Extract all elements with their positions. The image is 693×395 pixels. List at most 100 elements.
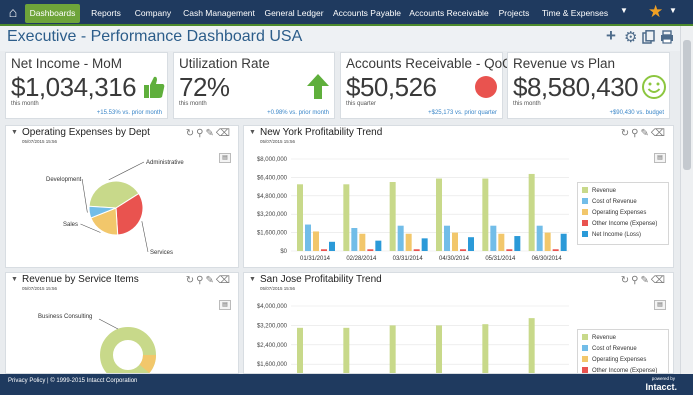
legend-item: Cost of Revenue [582, 344, 664, 355]
pie-leader-line [108, 161, 145, 181]
donut-chart-revenue: Business Consulting [38, 314, 156, 373]
pie-leader-line [81, 178, 88, 213]
kpi-accounts-receivable: Accounts Receivable - QoQ $50,526 this q… [340, 52, 513, 119]
tab-dashboards[interactable]: Dashboards [25, 4, 80, 23]
panel-header: ▼ Revenue by Service Items 05/07/2015 15… [6, 273, 238, 291]
panel-header: ▼ Operating Expenses by Dept 05/07/2015 … [6, 126, 238, 144]
bar-chart-new-york: $8,000,000 $6,400,000 $4,800,000 $3,200,000… [257, 157, 569, 262]
edit-icon[interactable]: ✎ [205, 128, 215, 139]
legend-swatch [582, 231, 588, 237]
legend-item: Operating Expenses [582, 355, 664, 366]
scrollbar-thumb[interactable] [683, 40, 691, 170]
top-nav: ⌂ Dashboards Reports Company Cash Manage… [0, 0, 693, 26]
legend-item: Cost of Revenue [582, 197, 664, 208]
pie-label: Services [150, 250, 173, 256]
panel-operating-expenses: ▼ Operating Expenses by Dept 05/07/2015 … [5, 125, 239, 268]
donut-ring [100, 327, 156, 373]
y-tick-label: $4,000,000 [257, 304, 288, 310]
footer-text: Privacy Policy | © 1999-2015 Intacct Cor… [8, 378, 138, 384]
legend-swatch [582, 187, 588, 193]
star-icon[interactable]: ★ [648, 2, 663, 22]
chart-legend: Revenue Cost of Revenue Operating Expens… [577, 329, 669, 373]
home-icon[interactable]: ⌂ [4, 3, 22, 21]
tab-projects[interactable]: Projects [496, 4, 532, 23]
refresh-icon[interactable]: ↻ [186, 128, 196, 139]
bar [490, 225, 497, 251]
bar [482, 324, 489, 373]
x-tick-label: 05/31/2014 [485, 256, 516, 262]
bar-chart-san-jose: $4,000,000 $3,200,000 $2,400,000 $1,600,000… [257, 304, 569, 373]
bar [351, 228, 358, 251]
legend-label: Cost of Revenue [592, 346, 637, 352]
bar [329, 241, 335, 251]
bar [528, 173, 535, 251]
edit-icon[interactable]: ✎ [205, 275, 215, 286]
bar [506, 249, 513, 251]
export-icon[interactable]: ▤ [654, 153, 666, 163]
x-tick-label: 04/30/2014 [439, 256, 470, 262]
copy-icon[interactable] [642, 30, 655, 47]
y-tick-label: $8,000,000 [257, 157, 288, 163]
gear-icon[interactable]: ⚙ [624, 30, 637, 45]
favorites-chevron-down-icon[interactable]: ▼ [669, 6, 677, 15]
legend-item: Other Income (Expense) [582, 366, 664, 373]
kpi-change: +$90,430 vs. budget [609, 110, 664, 116]
bar [397, 225, 404, 251]
legend-label: Cost of Revenue [592, 199, 637, 205]
add-icon[interactable]: + [606, 27, 616, 44]
donut-label: Business Consulting [38, 314, 92, 320]
trash-icon[interactable]: ⌫ [651, 275, 667, 286]
export-icon[interactable]: ▤ [654, 300, 666, 310]
y-tick-label: $1,600,000 [257, 362, 288, 368]
panel-title: Operating Expenses by Dept [22, 127, 150, 138]
tab-accounts-payable[interactable]: Accounts Payable [332, 4, 402, 23]
bar [413, 249, 420, 251]
tab-accounts-receivable[interactable]: Accounts Receivable [409, 4, 489, 23]
more-menu-chevron-down-icon[interactable]: ▼ [620, 6, 628, 15]
kpi-period: this month [179, 101, 207, 107]
edit-icon[interactable]: ✎ [640, 128, 650, 139]
trash-icon[interactable]: ⌫ [216, 128, 232, 139]
refresh-icon[interactable]: ↻ [621, 128, 631, 139]
kpi-revenue-vs-plan: Revenue vs Plan $8,580,430 this month +$… [507, 52, 670, 119]
panel-tools: ↻⚲✎⌫ [621, 128, 667, 139]
kpi-change: +0.98% vs. prior month [267, 110, 329, 116]
smiley-icon [642, 75, 666, 99]
donut-leader-line [98, 318, 119, 330]
red-circle-icon [475, 76, 497, 98]
powered-by-label: powered by [651, 376, 675, 381]
pie-label: Development [46, 177, 82, 183]
kpi-period: this quarter [346, 101, 377, 107]
kpi-utilization-rate: Utilization Rate 72% this month +0.98% v… [173, 52, 335, 119]
tab-reports[interactable]: Reports [86, 4, 126, 23]
intacct-logo: Intacct. [645, 382, 677, 392]
tab-cash-management[interactable]: Cash Management [182, 4, 256, 23]
bar [405, 233, 412, 251]
legend-label: Operating Expenses [592, 357, 647, 363]
legend-item: Revenue [582, 186, 664, 197]
tab-company[interactable]: Company [132, 4, 174, 23]
refresh-icon[interactable]: ↻ [621, 275, 631, 286]
collapse-icon[interactable]: ▼ [11, 276, 18, 283]
trash-icon[interactable]: ⌫ [216, 275, 232, 286]
refresh-icon[interactable]: ↻ [186, 275, 196, 286]
bar [460, 249, 466, 251]
footer: Privacy Policy | © 1999-2015 Intacct Cor… [0, 374, 693, 395]
panel-revenue-by-service: ▼ Revenue by Service Items 05/07/2015 15… [5, 272, 239, 374]
page-scrollbar[interactable] [680, 26, 693, 374]
bar [444, 225, 450, 251]
bar [482, 178, 489, 251]
legend-label: Revenue [592, 188, 617, 194]
bar [468, 237, 474, 251]
tab-general-ledger[interactable]: General Ledger [263, 4, 325, 23]
bar [389, 325, 396, 373]
kpi-period: this month [513, 101, 541, 107]
bar [498, 233, 505, 251]
y-tick-label: $0 [280, 249, 287, 255]
kpi-value: $1,034,316 [11, 72, 137, 102]
tab-time-expenses[interactable]: Time & Expenses [540, 4, 610, 23]
edit-icon[interactable]: ✎ [640, 275, 650, 286]
print-icon[interactable] [660, 30, 674, 47]
trash-icon[interactable]: ⌫ [651, 128, 667, 139]
collapse-icon[interactable]: ▼ [11, 129, 18, 136]
